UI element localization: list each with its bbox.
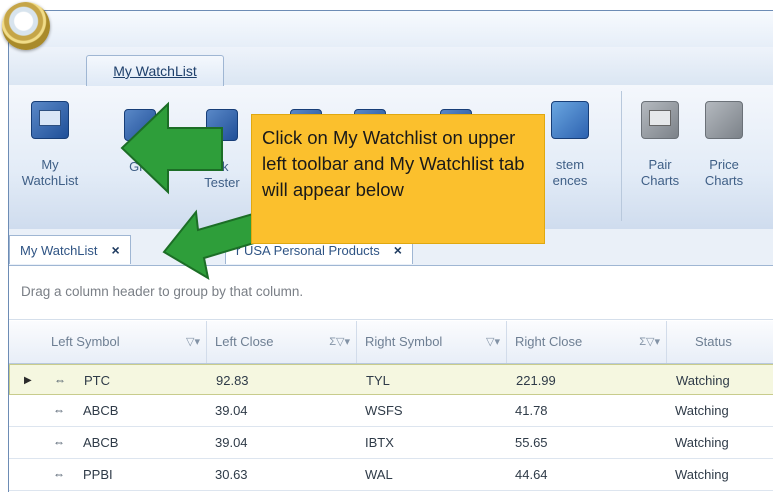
- watchlist-icon: [31, 101, 69, 139]
- row-indicator-icon: ▶: [24, 375, 32, 386]
- table-row[interactable]: ⇔ ABCB 39.04 WSFS 41.78 Watching: [9, 395, 773, 427]
- link-icon[interactable]: ⇔: [54, 365, 66, 396]
- preferences-icon: [551, 101, 589, 139]
- preferences-button[interactable]: stem ences: [535, 101, 605, 189]
- green-arrow-left-icon: [120, 101, 223, 195]
- pair-charts-icon: [641, 101, 679, 139]
- column-status[interactable]: Status▽: [667, 321, 773, 363]
- preferences-label-2: ences: [552, 173, 588, 188]
- column-left-close[interactable]: Left Close Σ▽▾: [207, 321, 357, 363]
- filter-icon[interactable]: Σ▽▾: [329, 321, 350, 363]
- link-icon[interactable]: ⇔: [53, 427, 65, 458]
- pair-charts-label-1: Pair: [648, 157, 672, 172]
- price-charts-icon: [705, 101, 743, 139]
- filter-icon[interactable]: ▽▾: [186, 321, 200, 363]
- filter-icon[interactable]: ▽▾: [486, 321, 500, 363]
- preferences-label-1: stem: [555, 157, 585, 172]
- ribbon-tab-my-watchlist[interactable]: My WatchList: [86, 55, 224, 86]
- column-right-close[interactable]: Right Close Σ▽▾: [507, 321, 667, 363]
- watchlist-grid: Left Symbol ▽▾ Left Close Σ▽▾ Right Symbol…: [9, 321, 773, 491]
- close-icon[interactable]: ×: [394, 242, 402, 258]
- app-menu-button[interactable]: [2, 2, 50, 50]
- tab-my-watchlist[interactable]: My WatchList ×: [9, 235, 131, 264]
- table-row[interactable]: ⇔ ABCB 39.04 IBTX 55.65 Watching: [9, 427, 773, 459]
- group-by-area[interactable]: Drag a column header to group by that co…: [9, 266, 773, 320]
- title-bar: [9, 11, 773, 47]
- instruction-callout: Click on My Watchlist on upper left tool…: [252, 115, 544, 243]
- column-right-symbol[interactable]: Right Symbol ▽▾: [357, 321, 507, 363]
- my-watchlist-label-1: My: [41, 157, 59, 172]
- pair-charts-label-2: Charts: [640, 173, 680, 188]
- price-charts-button[interactable]: Price Charts: [689, 101, 759, 189]
- group-hint: Drag a column header to group by that co…: [21, 284, 304, 299]
- ribbon-separator: [621, 91, 622, 221]
- my-watchlist-button[interactable]: My WatchList: [15, 101, 85, 189]
- column-left-symbol[interactable]: Left Symbol ▽▾: [43, 321, 207, 363]
- table-row[interactable]: ⇔ PPBI 30.63 WAL 44.64 Watching: [9, 459, 773, 491]
- price-charts-label-2: Charts: [704, 173, 744, 188]
- link-icon[interactable]: ⇔: [53, 395, 65, 426]
- grid-header: Left Symbol ▽▾ Left Close Σ▽▾ Right Symbol…: [9, 321, 773, 364]
- my-watchlist-label-2: WatchList: [21, 173, 79, 188]
- table-row[interactable]: ▶ ⇔ PTC 92.83 TYL 221.99 Watching: [9, 364, 773, 395]
- close-icon[interactable]: ×: [112, 242, 120, 258]
- price-charts-label-1: Price: [709, 157, 739, 172]
- pair-charts-button[interactable]: Pair Charts: [625, 101, 695, 189]
- callout-text: Click on My Watchlist on upper left tool…: [262, 127, 525, 200]
- app-window: My WatchList My WatchList Gro ck Tester: [8, 10, 773, 492]
- link-icon[interactable]: ⇔: [53, 459, 65, 490]
- filter-icon[interactable]: Σ▽▾: [639, 321, 660, 363]
- tab-my-watchlist-label: My WatchList: [20, 243, 98, 258]
